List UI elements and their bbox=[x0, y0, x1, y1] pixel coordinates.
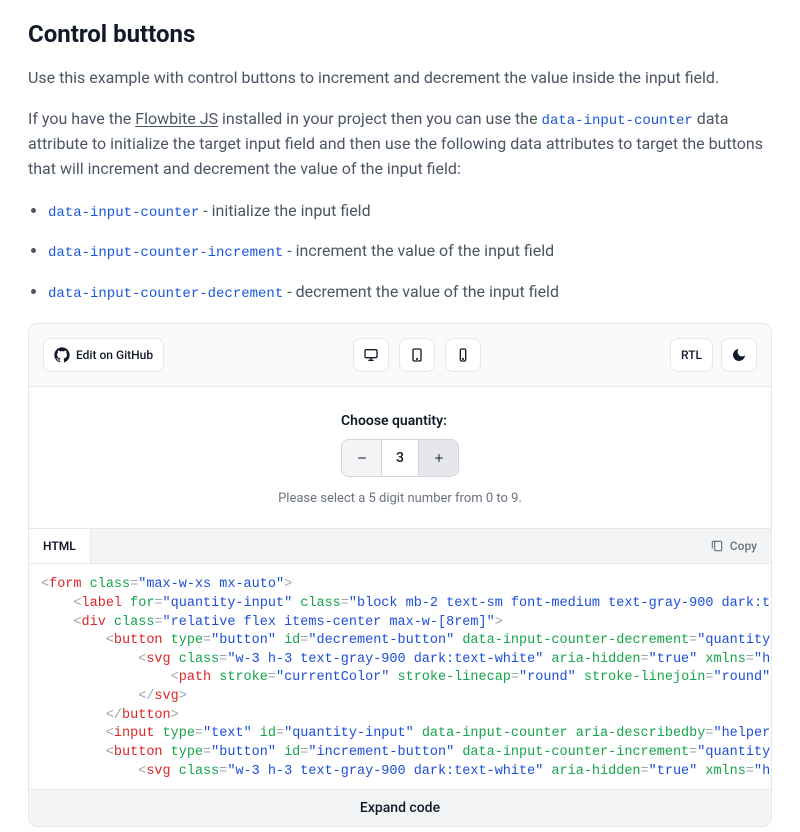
inline-code: data-input-counter bbox=[542, 113, 693, 129]
code-line: <label for="quantity-input" class="block… bbox=[41, 595, 765, 614]
quantity-stepper: 3 bbox=[341, 439, 459, 477]
inline-code: data-input-counter bbox=[48, 205, 199, 221]
text-fragment: If you have the bbox=[28, 109, 135, 128]
minus-icon bbox=[356, 452, 368, 464]
copy-button[interactable]: Copy bbox=[696, 529, 771, 563]
text-fragment: - initialize the input field bbox=[199, 201, 370, 220]
edit-on-github-button[interactable]: Edit on GitHub bbox=[43, 338, 164, 372]
list-item: data-input-counter - initialize the inpu… bbox=[48, 198, 772, 224]
intro-paragraph: Use this example with control buttons to… bbox=[28, 66, 772, 91]
plus-icon bbox=[433, 452, 445, 464]
section-heading: Control buttons bbox=[28, 20, 772, 48]
github-icon bbox=[54, 347, 70, 363]
code-tab-row: HTML Copy bbox=[29, 528, 771, 563]
code-line: </button> bbox=[41, 707, 765, 726]
tablet-icon bbox=[409, 347, 425, 363]
decrement-button[interactable] bbox=[342, 440, 382, 476]
desktop-icon bbox=[363, 347, 379, 363]
code-line: <button type="button" id="decrement-butt… bbox=[41, 632, 765, 651]
code-line: <div class="relative flex items-center m… bbox=[41, 614, 765, 633]
quantity-label: Choose quantity: bbox=[341, 413, 459, 429]
button-label: RTL bbox=[681, 348, 702, 362]
inline-code: data-input-counter-decrement bbox=[48, 286, 283, 302]
viewport-desktop-button[interactable] bbox=[353, 338, 389, 372]
example-preview: Choose quantity: 3 Please select a 5 dig… bbox=[29, 387, 771, 528]
text-fragment: installed in your project then you can u… bbox=[218, 109, 542, 128]
dark-mode-toggle-button[interactable] bbox=[721, 338, 757, 372]
inline-code: data-input-counter-increment bbox=[48, 245, 283, 261]
text-fragment: - decrement the value of the input field bbox=[283, 282, 559, 301]
setup-paragraph: If you have the Flowbite JS installed in… bbox=[28, 107, 772, 182]
code-line: <input type="text" id="quantity-input" d… bbox=[41, 725, 765, 744]
demo-card: Edit on GitHub RTL bbox=[28, 323, 772, 827]
moon-icon bbox=[731, 347, 747, 363]
demo-toolbar: Edit on GitHub RTL bbox=[29, 324, 771, 387]
code-line: </svg> bbox=[41, 688, 765, 707]
clipboard-icon bbox=[710, 539, 724, 553]
code-block: <form class="max-w-xs mx-auto"> <label f… bbox=[29, 563, 771, 789]
code-line: <svg class="w-3 h-3 text-gray-900 dark:t… bbox=[41, 651, 765, 670]
flowbite-js-link[interactable]: Flowbite JS bbox=[135, 109, 218, 128]
quantity-input[interactable]: 3 bbox=[382, 440, 418, 476]
helper-text: Please select a 5 digit number from 0 to… bbox=[278, 491, 522, 506]
attribute-list: data-input-counter - initialize the inpu… bbox=[28, 198, 772, 305]
expand-code-button[interactable]: Expand code bbox=[29, 789, 771, 826]
button-label: Edit on GitHub bbox=[76, 348, 153, 362]
mobile-icon bbox=[455, 347, 471, 363]
button-label: Copy bbox=[730, 539, 757, 553]
rtl-toggle-button[interactable]: RTL bbox=[670, 338, 713, 372]
code-line: <form class="max-w-xs mx-auto"> bbox=[41, 576, 765, 595]
html-tab[interactable]: HTML bbox=[29, 529, 91, 563]
list-item: data-input-counter-increment - increment… bbox=[48, 238, 772, 264]
code-line: <svg class="w-3 h-3 text-gray-900 dark:t… bbox=[41, 763, 765, 782]
list-item: data-input-counter-decrement - decrement… bbox=[48, 279, 772, 305]
code-line: <button type="button" id="increment-butt… bbox=[41, 744, 765, 763]
code-line: <path stroke="currentColor" stroke-linec… bbox=[41, 669, 765, 688]
viewport-tablet-button[interactable] bbox=[399, 338, 435, 372]
text-fragment: - increment the value of the input field bbox=[283, 241, 554, 260]
increment-button[interactable] bbox=[418, 440, 458, 476]
viewport-mobile-button[interactable] bbox=[445, 338, 481, 372]
